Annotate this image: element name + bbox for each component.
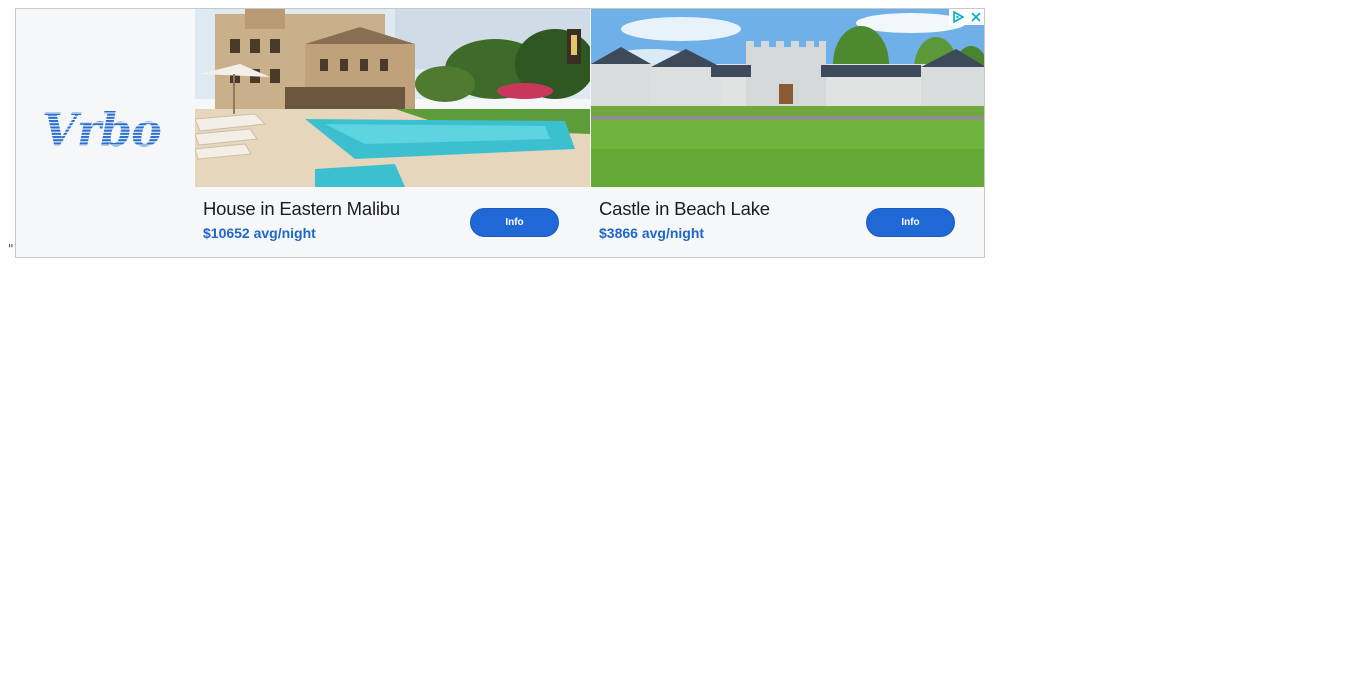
adchoices-badge[interactable]: [949, 9, 984, 25]
listing-price: $10652 avg/night: [203, 225, 316, 241]
info-button[interactable]: Info: [866, 208, 955, 237]
vrbo-ad-banner[interactable]: Vrbo House in Eastern Malibu $10652 avg/…: [15, 8, 985, 258]
svg-text:Vrbo: Vrbo: [42, 104, 161, 156]
adchoices-play-icon[interactable]: [949, 9, 967, 25]
listing-title[interactable]: House in Eastern Malibu: [203, 198, 400, 220]
brand-panel[interactable]: Vrbo: [16, 9, 195, 257]
close-icon[interactable]: [967, 9, 984, 25]
villa-with-pool-photo[interactable]: [195, 9, 590, 187]
white-castle-lawn-photo[interactable]: [591, 9, 984, 187]
stray-quote-text: ": [8, 242, 14, 256]
listing-title[interactable]: Castle in Beach Lake: [599, 198, 770, 220]
listing-card[interactable]: Castle in Beach Lake $3866 avg/night Inf…: [591, 9, 984, 257]
vrbo-logo[interactable]: Vrbo: [40, 104, 172, 156]
info-button[interactable]: Info: [470, 208, 559, 237]
listing-card[interactable]: House in Eastern Malibu $10652 avg/night…: [195, 9, 590, 257]
listing-price: $3866 avg/night: [599, 225, 705, 241]
